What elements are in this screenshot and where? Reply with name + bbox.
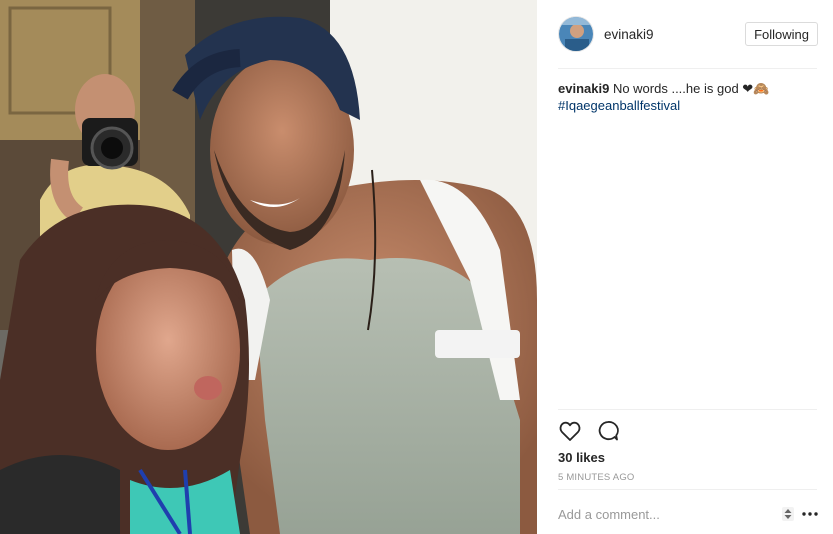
selfie-photo: [0, 0, 537, 534]
post-timestamp[interactable]: 5 MINUTES AGO: [558, 472, 635, 483]
post-header: evinaki9 Following: [558, 14, 818, 54]
avatar[interactable]: [558, 16, 594, 52]
up-down-arrows-icon[interactable]: [782, 507, 794, 521]
more-options-icon[interactable]: [802, 511, 818, 517]
post-photo[interactable]: [0, 0, 537, 534]
divider: [558, 409, 817, 410]
action-bar: [558, 419, 620, 443]
comment-row: [558, 500, 818, 528]
divider: [558, 68, 817, 69]
comment-icon[interactable]: [596, 419, 620, 443]
divider: [558, 489, 817, 490]
post-username[interactable]: evinaki9: [604, 27, 654, 42]
caption: evinaki9 No words ....he is god ❤🙈 #Iqae…: [558, 80, 817, 114]
heart-icon[interactable]: [558, 419, 582, 443]
caption-text: No words ....he is god ❤🙈: [609, 81, 770, 96]
following-button[interactable]: Following: [745, 22, 818, 46]
likes-count[interactable]: 30 likes: [558, 450, 605, 465]
hashtag-link[interactable]: #Iqaegeanballfestival: [558, 97, 817, 114]
comment-input[interactable]: [558, 506, 782, 522]
post-sidebar: evinaki9 Following evinaki9 No words ...…: [537, 0, 833, 534]
caption-username[interactable]: evinaki9: [558, 81, 609, 96]
